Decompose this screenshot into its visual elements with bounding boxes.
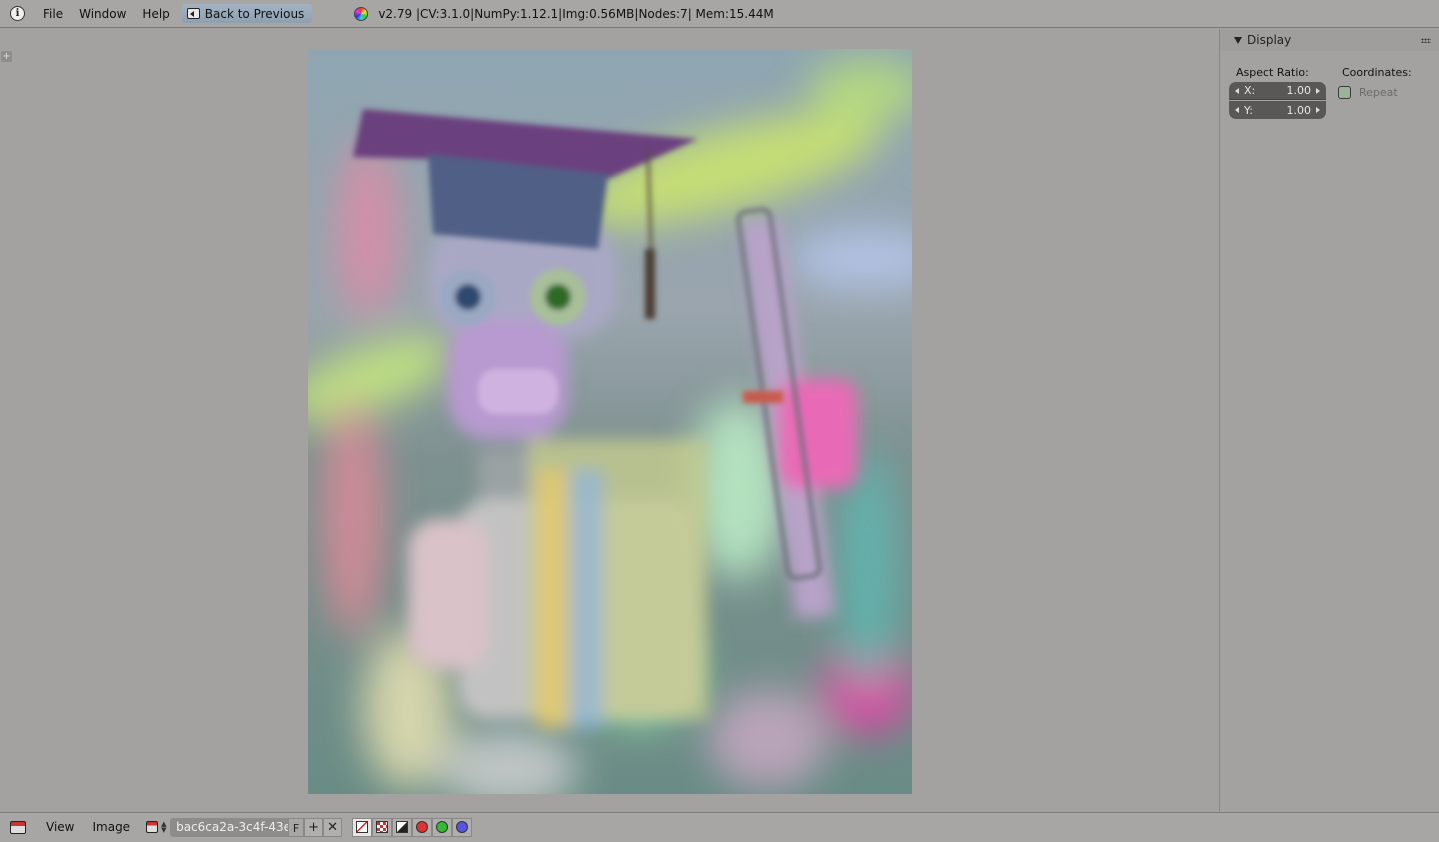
back-icon	[186, 8, 200, 19]
channel-rgb-button[interactable]	[352, 817, 373, 837]
blue-channel-icon	[456, 821, 469, 833]
aspect-y-field[interactable]: Y: 1.00	[1229, 101, 1326, 119]
image-canvas[interactable]	[308, 49, 912, 794]
aspect-x-value: 1.00	[1286, 84, 1312, 97]
display-panel-title: Display	[1247, 33, 1292, 47]
plus-icon: +	[308, 819, 320, 835]
back-to-previous-label: Back to Previous	[204, 6, 305, 21]
fake-user-button[interactable]: F	[288, 817, 305, 837]
editor-type-icon[interactable]	[10, 820, 26, 834]
collapse-triangle-icon[interactable]	[1234, 36, 1242, 44]
channel-alpha-button[interactable]	[372, 817, 393, 837]
image-icon	[146, 821, 159, 833]
repeat-checkbox[interactable]	[1338, 86, 1351, 99]
display-channels-group	[352, 817, 473, 837]
coordinates-label: Coordinates:	[1342, 66, 1412, 79]
increment-arrow-icon[interactable]	[1316, 107, 1320, 113]
image-preview	[308, 49, 912, 794]
image-editor-header: View Image ▲▼ bac6ca2a-3c4f-43e... F + ✕	[0, 812, 1439, 841]
aspect-y-label: Y:	[1244, 103, 1253, 117]
channel-blue-button[interactable]	[452, 817, 473, 837]
decrement-arrow-icon[interactable]	[1235, 87, 1239, 94]
decrement-arrow-icon[interactable]	[1235, 107, 1239, 113]
channel-z-button[interactable]	[392, 817, 413, 837]
status-info: v2.79 |CV:3.1.0|NumPy:1.12.1|Img:0.56MB|…	[378, 6, 774, 21]
green-channel-icon	[436, 821, 449, 833]
rgb-channel-icon	[356, 821, 369, 833]
info-icon[interactable]: i	[10, 6, 25, 21]
menu-window[interactable]: Window	[71, 0, 134, 28]
browse-image-button[interactable]: ▲ ▼	[146, 818, 170, 836]
channel-red-button[interactable]	[412, 817, 433, 837]
back-to-previous-button[interactable]: Back to Previous	[181, 4, 313, 23]
toolbar-expand-plus-icon[interactable]: +	[1, 51, 12, 62]
aspect-y-value: 1.00	[1286, 103, 1312, 117]
top-header: i File Window Help Back to Previous v2.7…	[0, 0, 1439, 28]
increment-arrow-icon[interactable]	[1316, 87, 1320, 94]
main-menu: File Window Help	[35, 0, 178, 28]
aspect-ratio-label: Aspect Ratio:	[1236, 66, 1309, 79]
image-name-field[interactable]: bac6ca2a-3c4f-43e...	[170, 817, 289, 837]
new-image-button[interactable]: +	[304, 817, 324, 837]
drag-grip-icon[interactable]	[1421, 38, 1431, 43]
close-icon: ✕	[327, 819, 339, 835]
display-panel-header[interactable]: Display	[1220, 29, 1439, 51]
z-buffer-icon	[396, 821, 409, 833]
unlink-image-button[interactable]: ✕	[323, 817, 343, 837]
menu-view[interactable]: View	[38, 813, 84, 842]
color-wheel-icon	[354, 6, 369, 21]
red-channel-icon	[416, 821, 429, 833]
menu-help[interactable]: Help	[134, 0, 177, 28]
menu-image[interactable]: Image	[84, 813, 140, 842]
repeat-label: Repeat	[1359, 86, 1398, 99]
aspect-x-field[interactable]: X: 1.00	[1229, 82, 1326, 100]
channel-green-button[interactable]	[432, 817, 453, 837]
image-editor-menu: View Image	[38, 813, 140, 842]
repeat-option[interactable]: Repeat	[1338, 86, 1398, 99]
aspect-x-label: X:	[1244, 84, 1256, 97]
updown-arrows-icon: ▲ ▼	[161, 820, 167, 834]
menu-file[interactable]: File	[35, 0, 71, 28]
alpha-channel-icon	[376, 821, 389, 833]
properties-panel: Display Aspect Ratio: Coordinates: X: 1.…	[1219, 29, 1439, 812]
